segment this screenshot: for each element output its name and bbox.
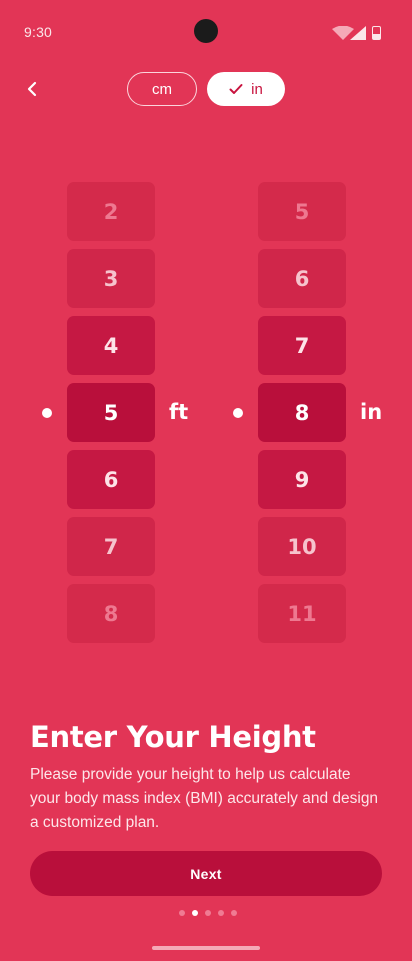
unit-cm-button[interactable]: cm [127,72,197,106]
unit-cm-label: cm [152,80,172,98]
feet-option-selected[interactable]: 5 [67,383,155,442]
page-indicator-dot [179,910,185,916]
page-title: Enter Your Height [30,720,316,754]
camera-cutout [194,19,218,43]
home-indicator[interactable] [152,946,260,950]
feet-option[interactable]: 6 [67,450,155,509]
next-button-label: Next [190,865,222,882]
next-button[interactable]: Next [30,851,382,896]
unit-in-button[interactable]: in [207,72,285,106]
inches-option-selected[interactable]: 8 [258,383,346,442]
page-indicator-dot [218,910,224,916]
status-bar: 9:30 [0,0,412,60]
check-icon [229,84,243,94]
page-indicator-dot [231,910,237,916]
back-button[interactable] [20,76,46,102]
inches-selection-dot [233,408,243,418]
inches-option[interactable]: 5 [258,182,346,241]
feet-selection-dot [42,408,52,418]
unit-toggle: cm in [127,72,285,107]
inches-option[interactable]: 11 [258,584,346,643]
inches-unit-label: in [360,400,383,424]
signal-icon [350,26,366,40]
page-indicator-dot-active [192,910,198,916]
inches-option[interactable]: 9 [258,450,346,509]
feet-option[interactable]: 7 [67,517,155,576]
back-arrow-icon [27,81,37,97]
feet-unit-label: ft [169,400,189,424]
page-indicator-dot [205,910,211,916]
inches-option[interactable]: 6 [258,249,346,308]
status-icons [332,24,392,40]
inches-option[interactable]: 10 [258,517,346,576]
feet-option[interactable]: 8 [67,584,155,643]
feet-option[interactable]: 4 [67,316,155,375]
unit-in-label: in [251,80,263,98]
feet-option[interactable]: 2 [67,182,155,241]
feet-option[interactable]: 3 [67,249,155,308]
page-indicator [179,910,237,916]
page-description: Please provide your height to help us ca… [30,766,379,831]
inches-option[interactable]: 7 [258,316,346,375]
status-time: 9:30 [24,24,53,40]
battery-icon [372,26,381,40]
